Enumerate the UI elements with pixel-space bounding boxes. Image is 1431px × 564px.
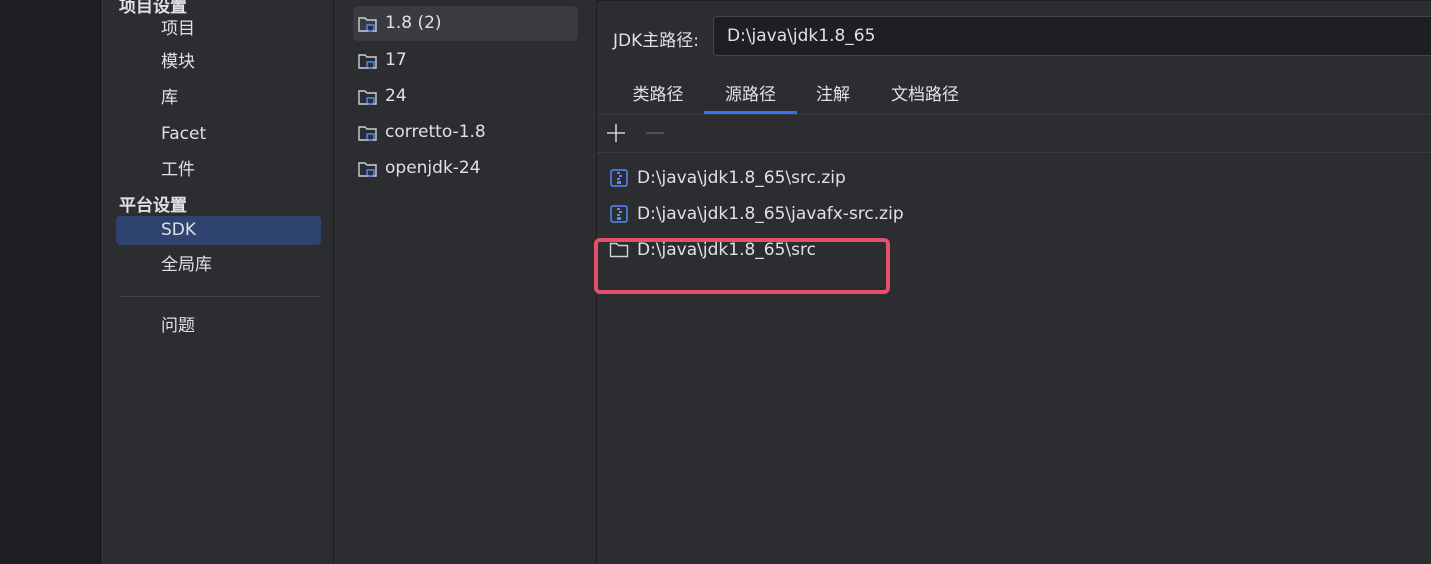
nav-item-project[interactable]: 项目 (116, 15, 321, 44)
nav-item-sdk[interactable]: SDK (116, 216, 321, 245)
archive-icon (610, 205, 628, 223)
source-path-row[interactable]: D:\java\jdk1.8_65\javafx-src.zip (609, 199, 904, 229)
minus-icon (646, 132, 664, 134)
nav-item-problems[interactable]: 问题 (116, 312, 321, 341)
nav-item-libraries[interactable]: 库 (116, 84, 321, 113)
nav-item-artifacts[interactable]: 工件 (116, 156, 321, 185)
nav-item-global-libraries[interactable]: 全局库 (116, 251, 321, 280)
sdk-label: 1.8 (2) (385, 13, 442, 33)
highlight-annotation-box (594, 238, 890, 294)
sdk-list: 1.8 (2) 17 24 corretto-1.8 openjdk-24 (334, 0, 597, 564)
remove-path-button[interactable] (642, 120, 668, 146)
source-path-row[interactable]: D:\java\jdk1.8_65\src.zip (609, 163, 846, 193)
path-label: D:\java\jdk1.8_65\src.zip (637, 168, 846, 188)
jdk-folder-icon (358, 90, 377, 105)
jdk-folder-icon (358, 17, 377, 32)
jdk-folder-icon (358, 54, 377, 69)
tab-sourcepath[interactable]: 源路径 (704, 82, 797, 114)
left-tool-strip (0, 0, 22, 564)
sdk-item-17[interactable]: 17 (353, 43, 578, 78)
project-structure-window: 项目设置 项目 模块 库 Facet 工件 平台设置 SDK 全局库 问题 1.… (0, 0, 1431, 564)
jdk-folder-icon (358, 126, 377, 141)
sdk-detail-panel: JDK主路径: D:\java\jdk1.8_65 类路径 源路径 注解 文档路… (594, 0, 1431, 564)
sdk-item-openjdk-24[interactable]: openjdk-24 (353, 151, 578, 186)
sdk-item-1-8-2[interactable]: 1.8 (2) (353, 6, 578, 41)
tabs-divider (597, 114, 1431, 115)
sdk-label: 17 (385, 50, 407, 70)
settings-nav: 项目设置 项目 模块 库 Facet 工件 平台设置 SDK 全局库 问题 (103, 0, 334, 564)
sdk-label: openjdk-24 (385, 158, 481, 178)
jdk-home-label: JDK主路径: (613, 31, 699, 51)
platform-settings-header: 平台设置 (119, 196, 187, 216)
sdk-label: 24 (385, 86, 407, 106)
add-path-button[interactable] (603, 120, 629, 146)
jdk-home-path-field[interactable]: D:\java\jdk1.8_65 (713, 16, 1431, 56)
archive-icon (610, 169, 628, 187)
tab-classpath[interactable]: 类路径 (623, 82, 693, 114)
sdk-item-corretto-1-8[interactable]: corretto-1.8 (353, 115, 578, 150)
nav-item-modules[interactable]: 模块 (116, 48, 321, 77)
nav-item-facets[interactable]: Facet (116, 120, 321, 149)
plus-icon (607, 124, 625, 142)
nav-divider (119, 296, 319, 297)
detail-top-border (597, 0, 1431, 1)
sdk-item-24[interactable]: 24 (353, 79, 578, 114)
left-gutter (22, 0, 103, 564)
jdk-folder-icon (358, 162, 377, 177)
path-label: D:\java\jdk1.8_65\javafx-src.zip (637, 204, 904, 224)
sdk-label: corretto-1.8 (385, 122, 486, 142)
tab-documentation-paths[interactable]: 文档路径 (881, 82, 969, 114)
toolbar-divider (597, 152, 1431, 153)
tab-annotations[interactable]: 注解 (807, 82, 859, 114)
